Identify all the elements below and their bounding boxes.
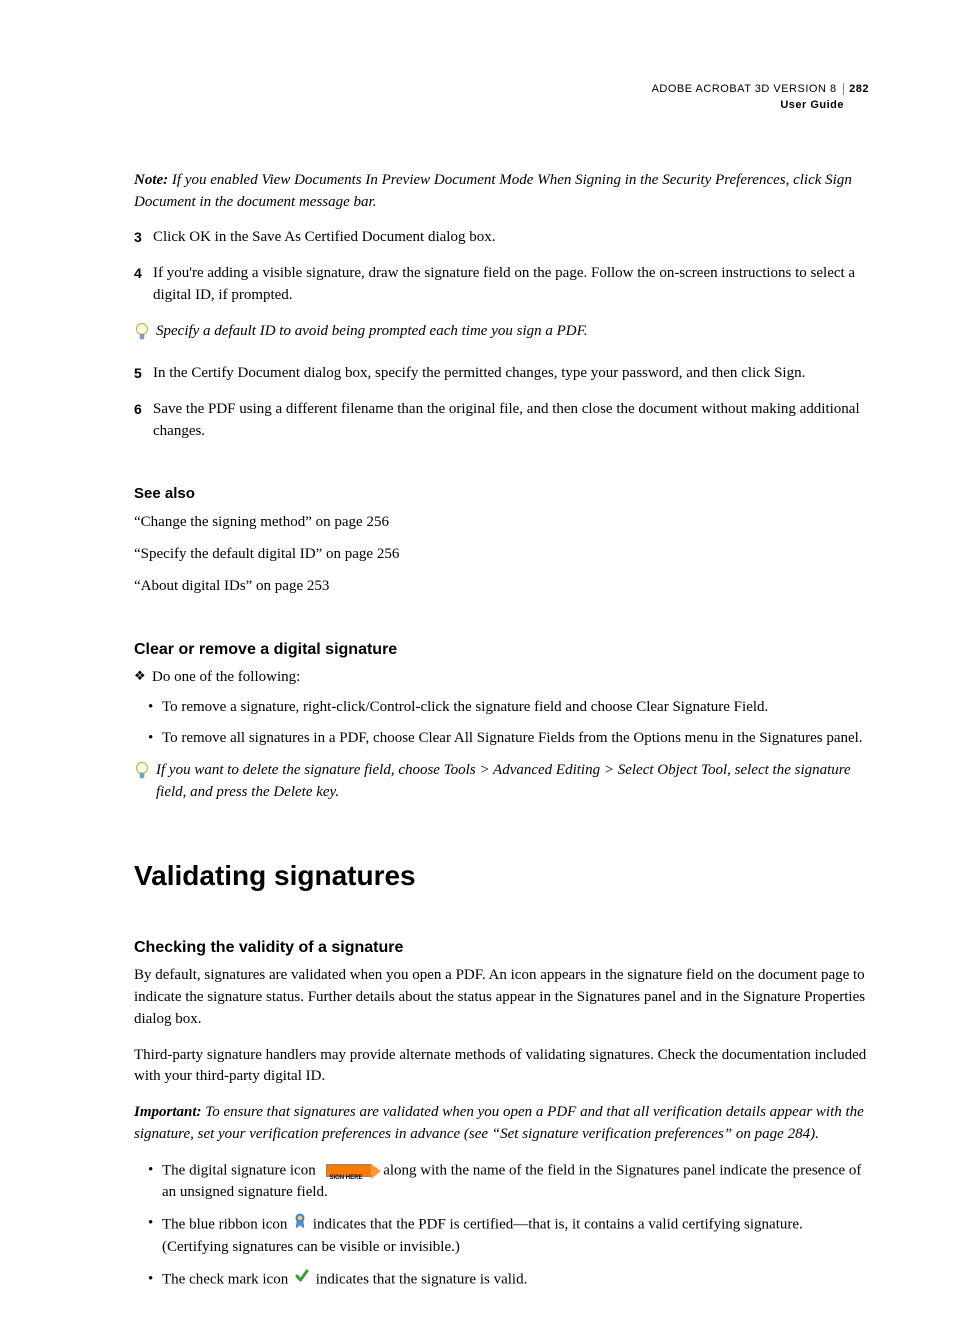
lightbulb-icon — [134, 322, 154, 350]
paragraph: Third-party signature handlers may provi… — [134, 1045, 869, 1089]
validating-signatures-heading: Validating signatures — [134, 856, 869, 897]
bullet-icon: • — [148, 1269, 162, 1291]
step-5: 5 In the Certify Document dialog box, sp… — [134, 363, 869, 385]
step-text: If you're adding a visible signature, dr… — [153, 263, 869, 307]
list-item: • To remove all signatures in a PDF, cho… — [134, 728, 869, 750]
lightbulb-icon — [134, 761, 154, 789]
lead-bullet: ❖ Do one of the following: — [134, 667, 869, 689]
step-number: 6 — [134, 399, 150, 443]
bullet-icon: • — [148, 697, 162, 719]
checking-validity-heading: Checking the validity of a signature — [134, 936, 869, 959]
note-paragraph: Note: If you enabled View Documents In P… — [134, 170, 869, 214]
see-also-link[interactable]: “Specify the default digital ID” on page… — [134, 544, 869, 566]
list-item: • To remove a signature, right-click/Con… — [134, 697, 869, 719]
tip-block: Specify a default ID to avoid being prom… — [134, 321, 869, 350]
step-text: Save the PDF using a different filename … — [153, 399, 869, 443]
blue-ribbon-icon — [294, 1213, 306, 1237]
digital-signature-icon: SIGN HERE — [322, 1160, 376, 1182]
tip-text: If you want to delete the signature fiel… — [156, 760, 869, 804]
bullet-text: The check mark icon indicates that the s… — [162, 1269, 869, 1291]
bullet-text: The digital signature icon SIGN HERE alo… — [162, 1160, 869, 1204]
see-also-heading: See also — [134, 483, 869, 505]
step-6: 6 Save the PDF using a different filenam… — [134, 399, 869, 443]
see-also-link[interactable]: “Change the signing method” on page 256 — [134, 512, 869, 534]
important-label: Important: — [134, 1104, 202, 1120]
checkmark-icon — [295, 1269, 309, 1291]
bullet-text-part: The check mark icon — [162, 1271, 288, 1287]
bullet-icon: • — [148, 728, 162, 750]
step-4: 4 If you're adding a visible signature, … — [134, 263, 869, 307]
note-text: If you enabled View Documents In Preview… — [134, 172, 852, 210]
tip-block: If you want to delete the signature fiel… — [134, 760, 869, 804]
step-number: 3 — [134, 227, 150, 249]
step-3: 3 Click OK in the Save As Certified Docu… — [134, 227, 869, 249]
list-item: • The check mark icon indicates that the… — [134, 1269, 869, 1291]
step-number: 5 — [134, 363, 150, 385]
bullet-text-part: The digital signature icon — [162, 1162, 316, 1178]
bullet-text: The blue ribbon icon indicates that the … — [162, 1213, 869, 1259]
note-label: Note: — [134, 172, 168, 188]
product-name: ADOBE ACROBAT 3D VERSION 8 — [652, 83, 837, 95]
step-text: Click OK in the Save As Certified Docume… — [153, 227, 869, 249]
clear-remove-heading: Clear or remove a digital signature — [134, 638, 869, 661]
important-note: Important: To ensure that signatures are… — [134, 1102, 869, 1146]
paragraph: By default, signatures are validated whe… — [134, 965, 869, 1030]
step-text: In the Certify Document dialog box, spec… — [153, 363, 869, 385]
bullet-text-part: indicates that the signature is valid. — [316, 1271, 528, 1287]
page-header: ADOBE ACROBAT 3D VERSION 8 282 User Guid… — [134, 82, 869, 114]
tip-text: Specify a default ID to avoid being prom… — [156, 321, 869, 343]
header-product-line: ADOBE ACROBAT 3D VERSION 8 282 — [134, 82, 869, 98]
list-item: • The blue ribbon icon indicates that th… — [134, 1213, 869, 1259]
lead-text: Do one of the following: — [152, 667, 300, 689]
step-number: 4 — [134, 263, 150, 307]
see-also-link[interactable]: “About digital IDs” on page 253 — [134, 576, 869, 598]
bullet-text: To remove all signatures in a PDF, choos… — [162, 728, 869, 750]
page-content: ADOBE ACROBAT 3D VERSION 8 282 User Guid… — [0, 0, 954, 1341]
list-item: • The digital signature icon SIGN HERE a… — [134, 1160, 869, 1204]
bullet-icon: • — [148, 1213, 162, 1259]
page-number: 282 — [843, 83, 869, 95]
see-also-section: See also “Change the signing method” on … — [134, 483, 869, 598]
important-text: To ensure that signatures are validated … — [134, 1104, 864, 1142]
diamond-bullet-icon: ❖ — [134, 667, 152, 689]
bullet-text: To remove a signature, right-click/Contr… — [162, 697, 869, 719]
bullet-icon: • — [148, 1160, 162, 1204]
header-subtitle: User Guide — [134, 98, 869, 114]
bullet-text-part: The blue ribbon icon — [162, 1217, 287, 1233]
